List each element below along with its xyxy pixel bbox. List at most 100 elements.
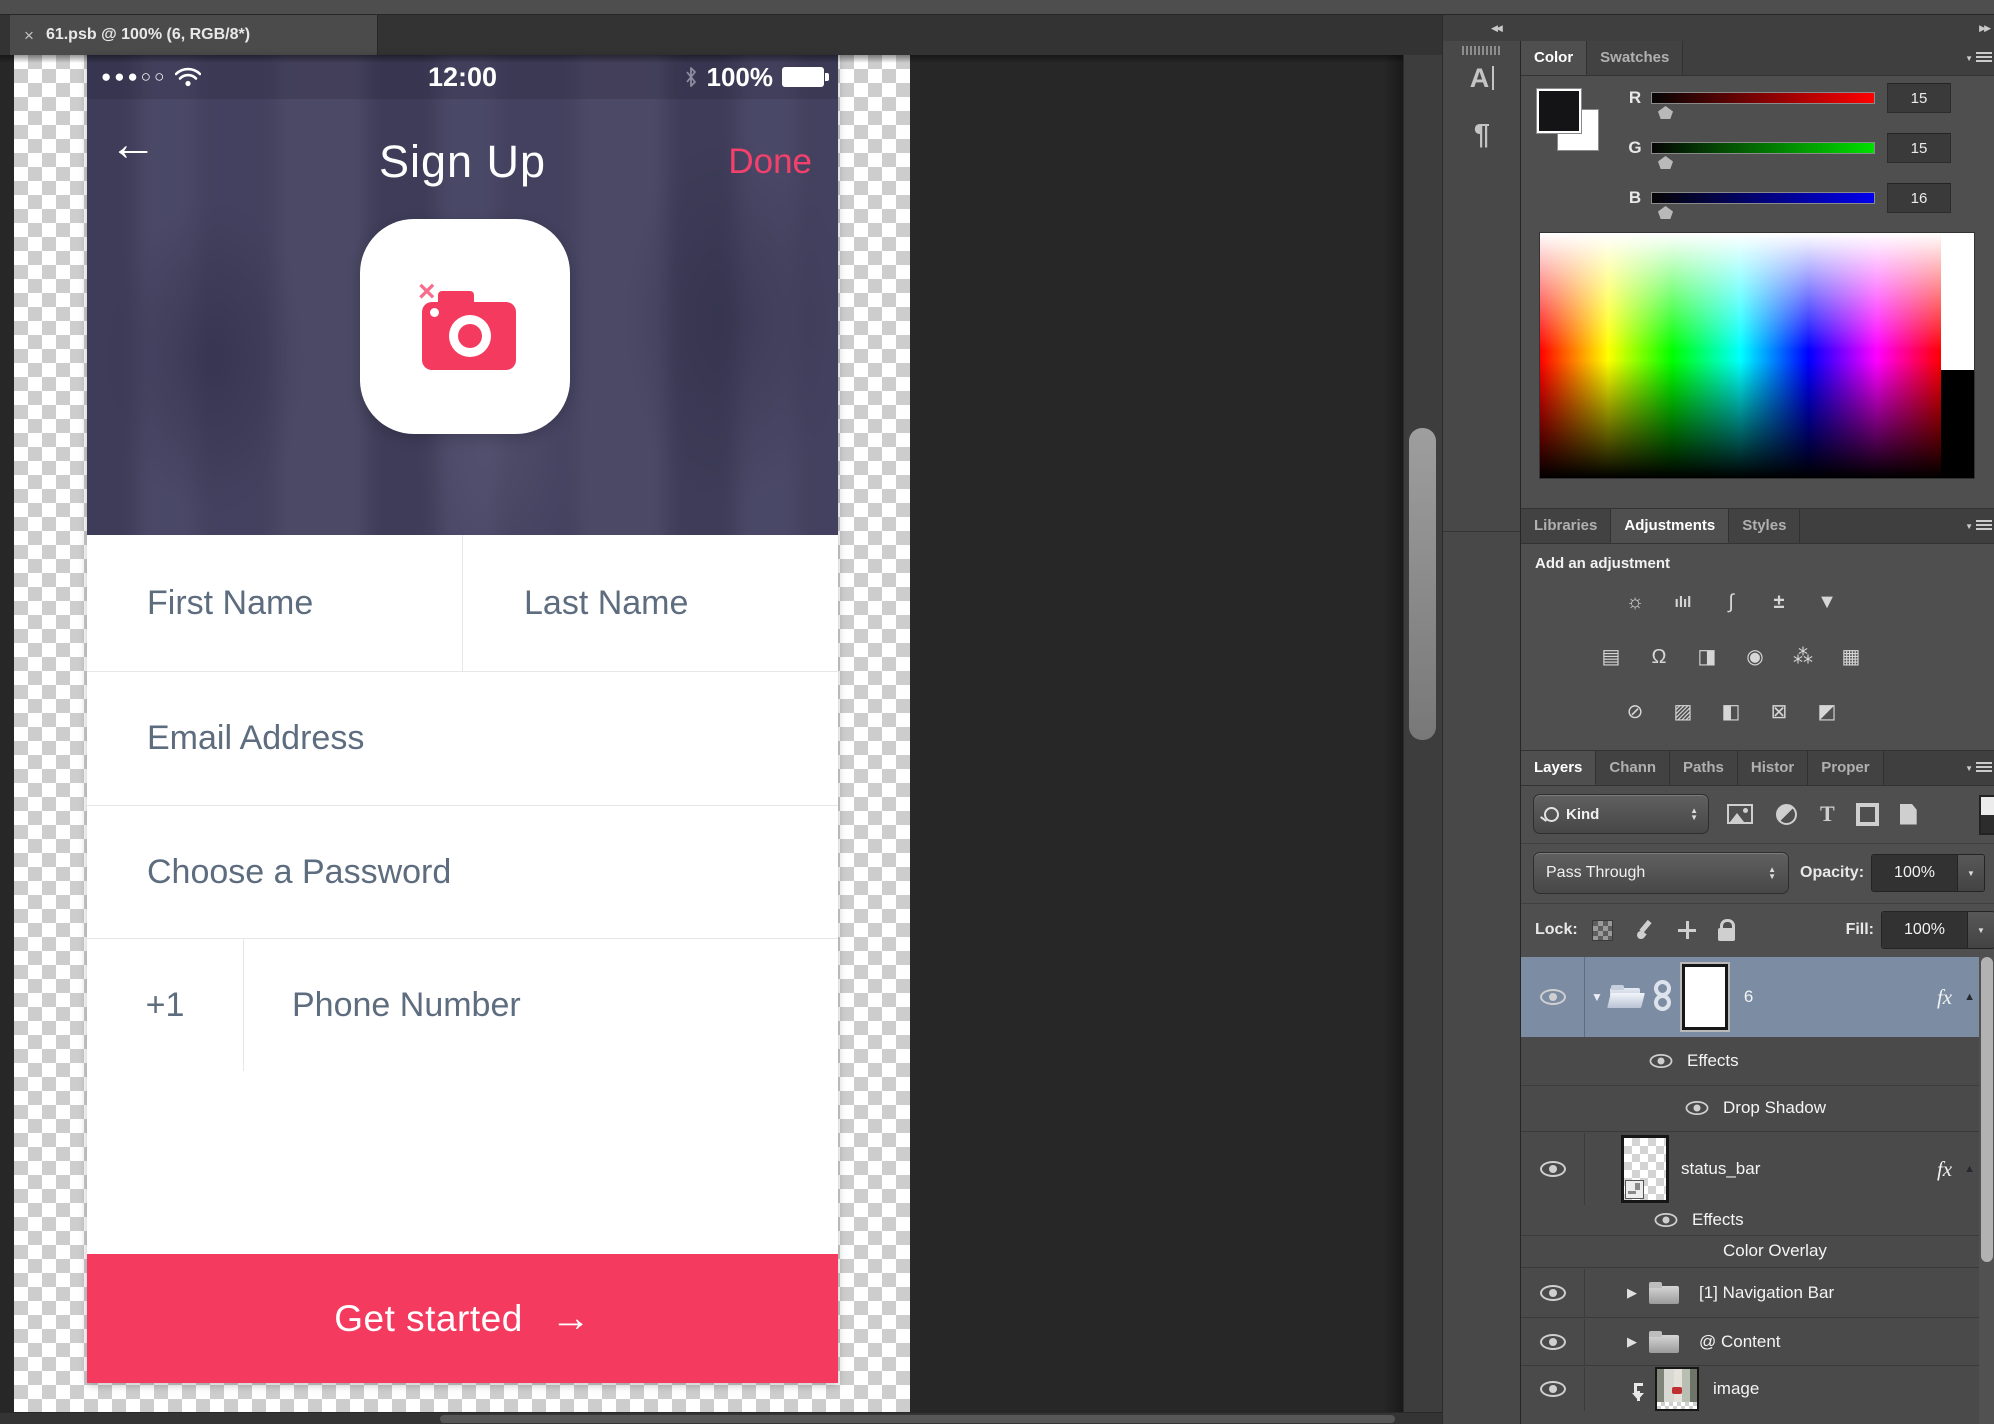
layer-row-effects[interactable]: Effects (1521, 1037, 1979, 1086)
disclosure-triangle-icon[interactable]: ▶ (1627, 1285, 1637, 1301)
layer-row-group-6[interactable]: ▼ 6 fx ▲ (1521, 957, 1979, 1037)
blue-value-field[interactable]: 16 (1887, 183, 1951, 213)
tab-history[interactable]: Histor (1738, 751, 1808, 785)
last-name-field[interactable]: Last Name (463, 535, 838, 671)
avatar-upload-card[interactable]: × (360, 219, 570, 434)
visibility-cell[interactable] (1521, 1319, 1585, 1365)
tab-color[interactable]: Color (1521, 41, 1587, 75)
layers-scrollbar-thumb[interactable] (1981, 957, 1993, 1262)
eye-icon[interactable] (1540, 989, 1566, 1005)
selective-color-icon[interactable]: ◩ (1812, 697, 1843, 728)
visibility-cell[interactable] (1521, 1269, 1585, 1317)
green-slider-thumb[interactable] (1658, 156, 1673, 169)
layer-name[interactable]: 6 (1744, 987, 1753, 1007)
tab-layers[interactable]: Layers (1521, 751, 1596, 785)
paragraph-panel-icon[interactable]: ¶ (1443, 119, 1521, 152)
character-panel-icon[interactable]: A (1443, 63, 1521, 94)
layer-row-drop-shadow[interactable]: Drop Shadow (1521, 1085, 1979, 1132)
collapse-panels-icon[interactable]: ◀◀ (1491, 23, 1501, 34)
canvas-horizontal-scrollbar[interactable] (0, 1412, 1442, 1424)
opacity-dropdown-icon[interactable]: ▼ (1957, 855, 1984, 891)
layer-name[interactable]: status_bar (1681, 1159, 1760, 1179)
eye-icon[interactable] (1655, 1213, 1678, 1227)
black-white-icon[interactable]: ◨ (1692, 642, 1723, 673)
dock-grip-dots[interactable] (1462, 46, 1502, 55)
eye-icon[interactable] (1650, 1054, 1673, 1068)
green-slider[interactable] (1651, 142, 1875, 154)
layer-thumbnail[interactable] (1682, 964, 1728, 1030)
spectrum-gradient[interactable] (1540, 233, 1941, 478)
brightness-contrast-icon[interactable]: ☼ (1620, 587, 1651, 618)
red-slider[interactable] (1651, 92, 1875, 104)
collapse-effects-icon[interactable]: ▲ (1964, 1163, 1975, 1175)
canvas-area[interactable]: ●●●○○ 12:00 100% (0, 55, 1442, 1424)
hue-saturation-icon[interactable]: ▤ (1596, 642, 1627, 673)
tab-swatches[interactable]: Swatches (1587, 41, 1683, 75)
tab-adjustments[interactable]: Adjustments (1611, 509, 1729, 543)
foreground-color-swatch[interactable] (1537, 89, 1581, 133)
collapse-effects-icon[interactable]: ▲ (1964, 991, 1975, 1003)
fill-field[interactable]: 100% ▼ (1881, 911, 1994, 949)
blue-slider[interactable] (1651, 192, 1875, 204)
layer-name[interactable]: [1] Navigation Bar (1699, 1283, 1834, 1303)
kind-filter-dropdown[interactable]: Kind ▲▼ (1533, 794, 1709, 834)
filter-toggle-switch[interactable] (1979, 795, 1994, 835)
password-field[interactable]: Choose a Password (87, 805, 838, 938)
panel-menu-icon[interactable]: ▼ (1961, 41, 1994, 75)
color-lookup-icon[interactable]: ▦ (1836, 642, 1867, 673)
color-spectrum-picker[interactable] (1539, 232, 1975, 479)
layer-row-effects-2[interactable]: Effects (1521, 1205, 1979, 1236)
eye-icon[interactable] (1540, 1381, 1566, 1397)
layer-thumbnail[interactable] (1655, 1367, 1699, 1411)
curves-icon[interactable]: ∫ (1716, 587, 1747, 618)
canvas-vertical-scrollbar[interactable] (1403, 55, 1443, 1412)
vibrance-icon[interactable]: ▼ (1812, 587, 1843, 618)
disclosure-triangle-icon[interactable]: ▼ (1591, 990, 1603, 1004)
layer-thumbnail[interactable] (1621, 1135, 1669, 1203)
eye-icon[interactable] (1540, 1285, 1566, 1301)
vertical-scrollbar-thumb[interactable] (1409, 428, 1436, 740)
layer-row-status-bar[interactable]: status_bar fx ▲ (1521, 1133, 1979, 1205)
panel-menu-icon[interactable]: ▼ (1961, 509, 1994, 543)
filter-shape-layers-icon[interactable] (1858, 805, 1877, 824)
phone-field[interactable]: Phone Number (244, 939, 838, 1071)
layer-row-image[interactable]: image (1521, 1367, 1979, 1411)
fx-badge[interactable]: fx (1937, 985, 1952, 1010)
levels-icon[interactable]: ılıl (1668, 587, 1699, 618)
filter-smart-objects-icon[interactable] (1900, 804, 1917, 825)
horizontal-scrollbar-thumb[interactable] (440, 1415, 1395, 1423)
photo-filter-icon[interactable]: ◉ (1740, 642, 1771, 673)
get-started-button[interactable]: Get started → (87, 1254, 838, 1383)
layer-row-navigation-bar[interactable]: ▶ [1] Navigation Bar (1521, 1269, 1979, 1318)
blue-slider-thumb[interactable] (1658, 206, 1673, 219)
visibility-cell[interactable] (1521, 1133, 1585, 1205)
channel-mixer-icon[interactable]: ⁂ (1788, 642, 1819, 673)
disclosure-triangle-icon[interactable]: ▶ (1627, 1334, 1637, 1350)
tab-libraries[interactable]: Libraries (1521, 509, 1611, 543)
lock-transparency-icon[interactable] (1592, 920, 1613, 941)
layer-row-content[interactable]: ▶ @ Content (1521, 1319, 1979, 1366)
fx-badge[interactable]: fx (1937, 1157, 1952, 1182)
lock-pixels-icon[interactable] (1634, 919, 1656, 941)
tab-paths[interactable]: Paths (1670, 751, 1738, 785)
lock-position-icon[interactable] (1677, 920, 1697, 940)
grayscale-strip[interactable] (1941, 233, 1974, 478)
blend-mode-dropdown[interactable]: Pass Through ▲▼ (1533, 852, 1789, 894)
color-balance-icon[interactable]: Ω (1644, 642, 1675, 673)
exposure-icon[interactable]: ± (1764, 587, 1795, 618)
filter-pixel-layers-icon[interactable] (1727, 804, 1753, 824)
tab-styles[interactable]: Styles (1729, 509, 1800, 543)
first-name-field[interactable]: First Name (87, 535, 463, 671)
eye-icon[interactable] (1540, 1334, 1566, 1350)
threshold-icon[interactable]: ◧ (1716, 697, 1747, 728)
invert-icon[interactable]: ⊘ (1620, 697, 1651, 728)
email-field[interactable]: Email Address (87, 671, 838, 805)
layers-scrollbar[interactable] (1979, 957, 1994, 1424)
layer-name[interactable]: @ Content (1699, 1332, 1781, 1352)
layer-name[interactable]: image (1713, 1379, 1759, 1399)
done-button[interactable]: Done (728, 142, 812, 182)
close-icon[interactable]: × (24, 27, 34, 44)
lock-all-icon[interactable] (1718, 928, 1735, 941)
layer-row-color-overlay[interactable]: Color Overlay (1521, 1235, 1979, 1268)
red-slider-thumb[interactable] (1658, 106, 1673, 119)
